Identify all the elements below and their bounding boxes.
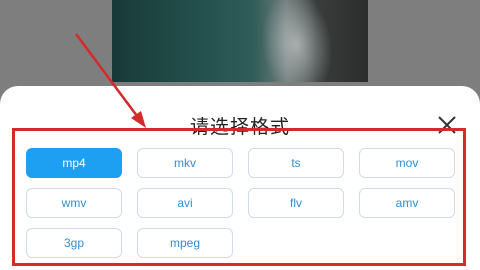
sheet-title: 请选择格式 [189,116,290,138]
format-option-avi[interactable]: avi [137,188,233,218]
format-option-mov[interactable]: mov [359,148,455,178]
format-option-mkv[interactable]: mkv [137,148,233,178]
format-option-ts[interactable]: ts [248,148,344,178]
format-option-mpeg[interactable]: mpeg [137,228,233,258]
video-preview [112,0,368,82]
format-option-wmv[interactable]: wmv [26,188,122,218]
close-icon [438,116,456,134]
format-option-3gp[interactable]: 3gp [26,228,122,258]
format-option-mp4[interactable]: mp4 [26,148,122,178]
format-option-amv[interactable]: amv [359,188,455,218]
format-grid: mp4 mkv ts mov wmv avi flv amv 3gp mpeg [26,148,455,258]
format-option-flv[interactable]: flv [248,188,344,218]
close-button[interactable] [436,114,458,136]
